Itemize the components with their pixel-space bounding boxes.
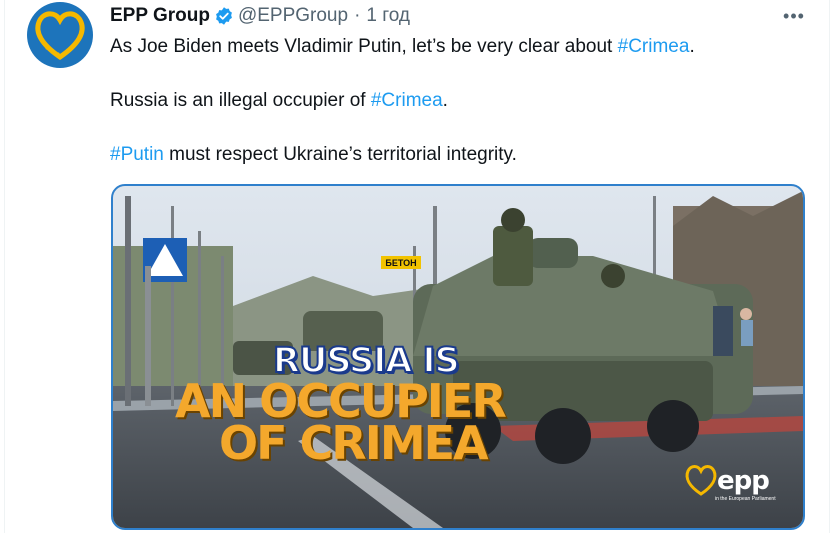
avatar[interactable]: [27, 2, 93, 68]
tweet-media-image[interactable]: БЕТОН RUSSIA IS AN OCCUPIER OF CRIMEA ep…: [111, 184, 805, 530]
line1-end: .: [689, 36, 695, 57]
road-sign-text: БЕТОН: [381, 256, 421, 269]
hashtag-putin-link[interactable]: #Putin: [110, 144, 164, 165]
author-name[interactable]: EPP Group: [110, 5, 210, 27]
timeline-divider-left: [4, 0, 5, 533]
line1-text: As Joe Biden meets Vladimir Putin, let’s…: [110, 36, 618, 57]
line2-text: Russia is an illegal occupier of: [110, 90, 371, 111]
tweet-text-line-3: #Putin must respect Ukraine’s territoria…: [110, 143, 517, 167]
separator-dot: ·: [354, 5, 361, 26]
tweet-text-line-2: Russia is an illegal occupier of #Crimea…: [110, 89, 448, 113]
tweet-header: EPP Group @EPPGroup · 1 год: [110, 5, 410, 27]
hashtag-crimea-link[interactable]: #Crimea: [371, 90, 443, 111]
epp-logo-text: epp: [717, 466, 770, 496]
verified-badge-icon: [216, 7, 232, 25]
epp-watermark-logo: epp in the European Parliament: [681, 460, 781, 510]
tweet-timestamp[interactable]: 1 год: [366, 5, 410, 27]
author-handle[interactable]: @EPPGroup: [238, 5, 348, 27]
epp-heart-icon: [685, 465, 717, 496]
more-options-icon[interactable]: •••: [778, 4, 810, 28]
line2-end: .: [442, 90, 448, 111]
timeline-divider-right: [829, 0, 830, 533]
line3-text: must respect Ukraine’s territorial integ…: [163, 144, 517, 165]
epp-logo-subtext: in the European Parliament: [715, 496, 776, 502]
epp-heart-logo: [35, 11, 85, 61]
tweet-text-line-1: As Joe Biden meets Vladimir Putin, let’s…: [110, 35, 695, 59]
hashtag-crimea-link[interactable]: #Crimea: [618, 36, 690, 57]
